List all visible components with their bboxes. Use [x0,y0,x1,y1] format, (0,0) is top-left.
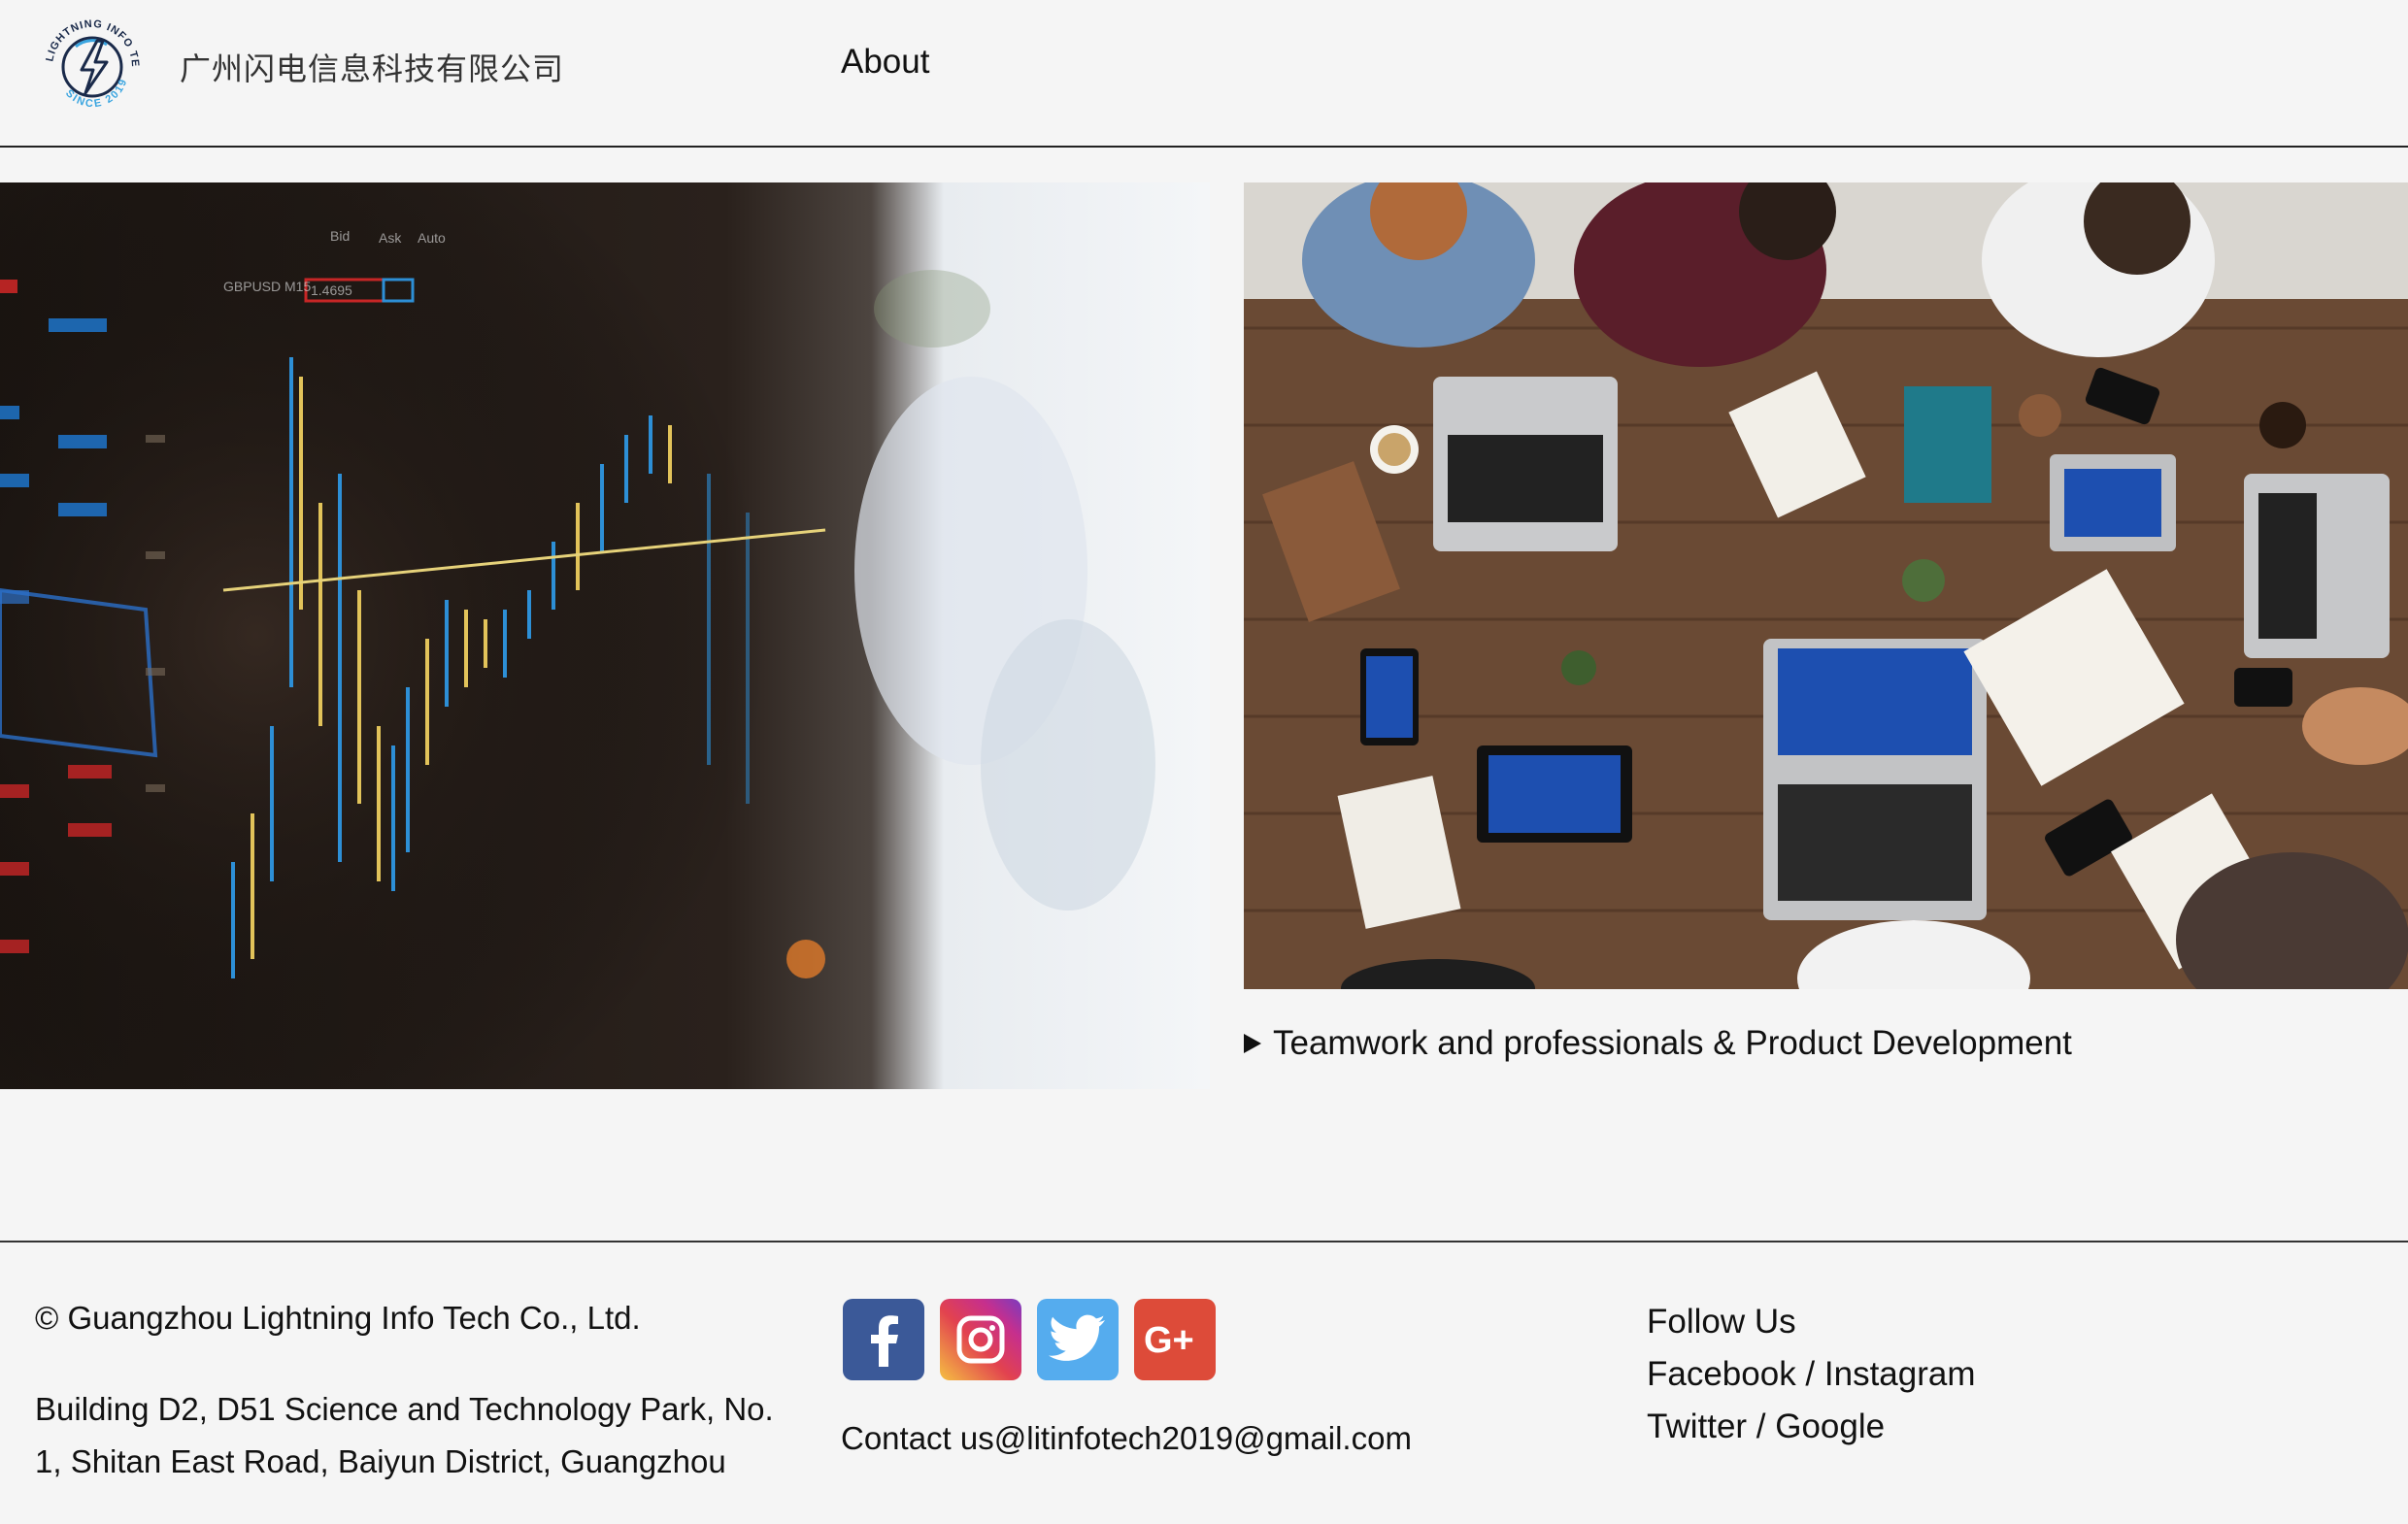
svg-text:Ask: Ask [379,230,402,246]
lightning-logo-icon: LIGHTNING INFO TECH SINCE 2019 [33,3,141,111]
follow-facebook-instagram-link[interactable]: Facebook / Instagram [1647,1348,1976,1401]
gallery-caption-toggle[interactable]: Teamwork and professionals & Product Dev… [1244,1024,2072,1063]
google-plus-icon[interactable]: G+ [1134,1299,1216,1380]
svg-text:1.4695: 1.4695 [311,282,352,298]
logo[interactable]: LIGHTNING INFO TECH SINCE 2019 [33,3,149,123]
facebook-icon[interactable] [843,1299,924,1380]
svg-text:SINCE 2019: SINCE 2019 [63,77,130,111]
svg-text:G+: G+ [1144,1320,1194,1359]
svg-text:Bid: Bid [330,228,350,244]
team-meeting-image [1244,182,2408,989]
footer-address: Building D2, D51 Science and Technology … [35,1391,774,1479]
social-icons: G+ [843,1299,1216,1380]
twitter-icon[interactable] [1037,1299,1119,1380]
footer-copyright: © Guangzhou Lightning Info Tech Co., Ltd… [35,1300,641,1336]
follow-twitter-google-link[interactable]: Twitter / Google [1647,1401,1976,1453]
disclosure-triangle-icon [1244,1034,1261,1053]
gallery-caption-text: Teamwork and professionals & Product Dev… [1273,1024,2072,1062]
nav-about-link[interactable]: About [841,43,929,82]
follow-us-block: Follow Us Facebook / Instagram Twitter /… [1647,1296,1976,1453]
svg-text:GBPUSD M15: GBPUSD M15 [223,279,311,294]
svg-text:Auto: Auto [418,230,446,246]
follow-us-title: Follow Us [1647,1303,1796,1341]
company-name: 广州闪电信息科技有限公司 [180,51,565,86]
footer-contact-email[interactable]: Contact us@litinfotech2019@gmail.com [841,1420,1412,1457]
instagram-icon[interactable] [940,1299,1021,1380]
stock-chart-image: GBPUSD M15 1.4695 Bid Ask Auto [0,182,1210,1089]
site-header: LIGHTNING INFO TECH SINCE 2019 广州闪电信息科技有… [0,0,2408,148]
footer-divider [0,1241,2408,1242]
